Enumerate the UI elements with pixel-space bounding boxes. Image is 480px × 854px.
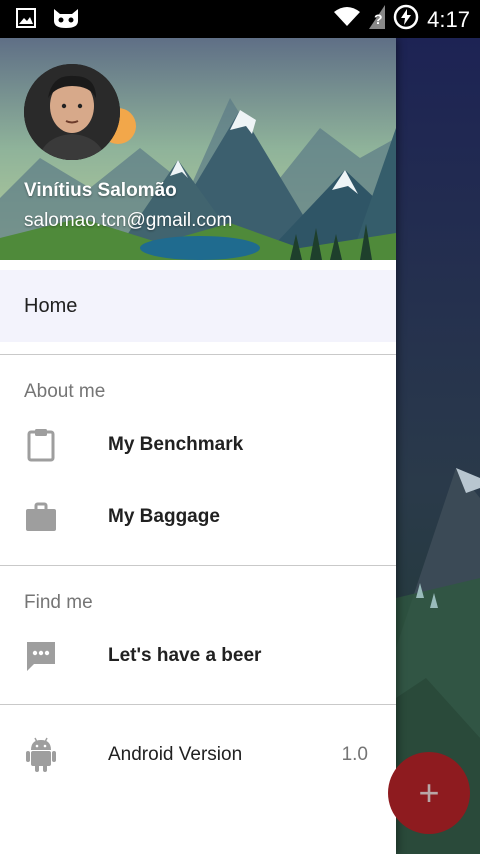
menu-item-home-label: Home — [24, 294, 78, 317]
navigation-drawer: Vinítius Salomão salomao.tcn@gmail.com H… — [0, 38, 396, 854]
menu-item-lets-have-a-beer[interactable]: Let's have a beer — [0, 620, 396, 692]
menu-item-my-benchmark[interactable]: My Benchmark — [0, 409, 396, 481]
fab-add-button[interactable]: + — [388, 752, 470, 834]
clipboard-icon — [24, 428, 58, 462]
svg-text:?: ? — [374, 11, 383, 27]
section-title-find-me: Find me — [24, 592, 93, 613]
no-signal-icon: ? — [369, 5, 386, 34]
image-icon — [16, 8, 36, 33]
menu-item-my-baggage[interactable]: My Baggage — [0, 481, 396, 553]
section-title-about-me: About me — [24, 381, 106, 402]
drawer-menu: Home About me My Benchmark My Baggage Fi… — [0, 260, 396, 791]
chat-icon — [24, 639, 58, 673]
menu-item-home[interactable]: Home — [0, 270, 396, 342]
android-icon — [24, 737, 58, 772]
briefcase-icon — [24, 500, 58, 534]
wifi-icon — [333, 6, 361, 33]
clock-time: 4:17 — [427, 6, 470, 32]
plus-icon: + — [418, 772, 440, 813]
user-photo-icon — [24, 64, 120, 160]
background-app-content — [396, 38, 480, 854]
avatar[interactable] — [24, 64, 120, 160]
battery-charging-icon — [393, 4, 419, 35]
user-email: salomao.tcn@gmail.com — [24, 210, 233, 231]
android-version-label: Android Version — [108, 744, 243, 765]
menu-item-label: My Baggage — [108, 506, 220, 527]
user-name: Vinítius Salomão — [24, 180, 177, 201]
status-bar: ? 4:17 — [0, 0, 480, 38]
drawer-header: Vinítius Salomão salomao.tcn@gmail.com — [0, 38, 396, 260]
android-version-value: 1.0 — [341, 744, 368, 765]
menu-item-android-version[interactable]: Android Version 1.0 — [0, 719, 396, 791]
menu-item-label: Let's have a beer — [108, 645, 262, 666]
cat-icon — [52, 7, 80, 34]
menu-item-label: My Benchmark — [108, 434, 244, 455]
